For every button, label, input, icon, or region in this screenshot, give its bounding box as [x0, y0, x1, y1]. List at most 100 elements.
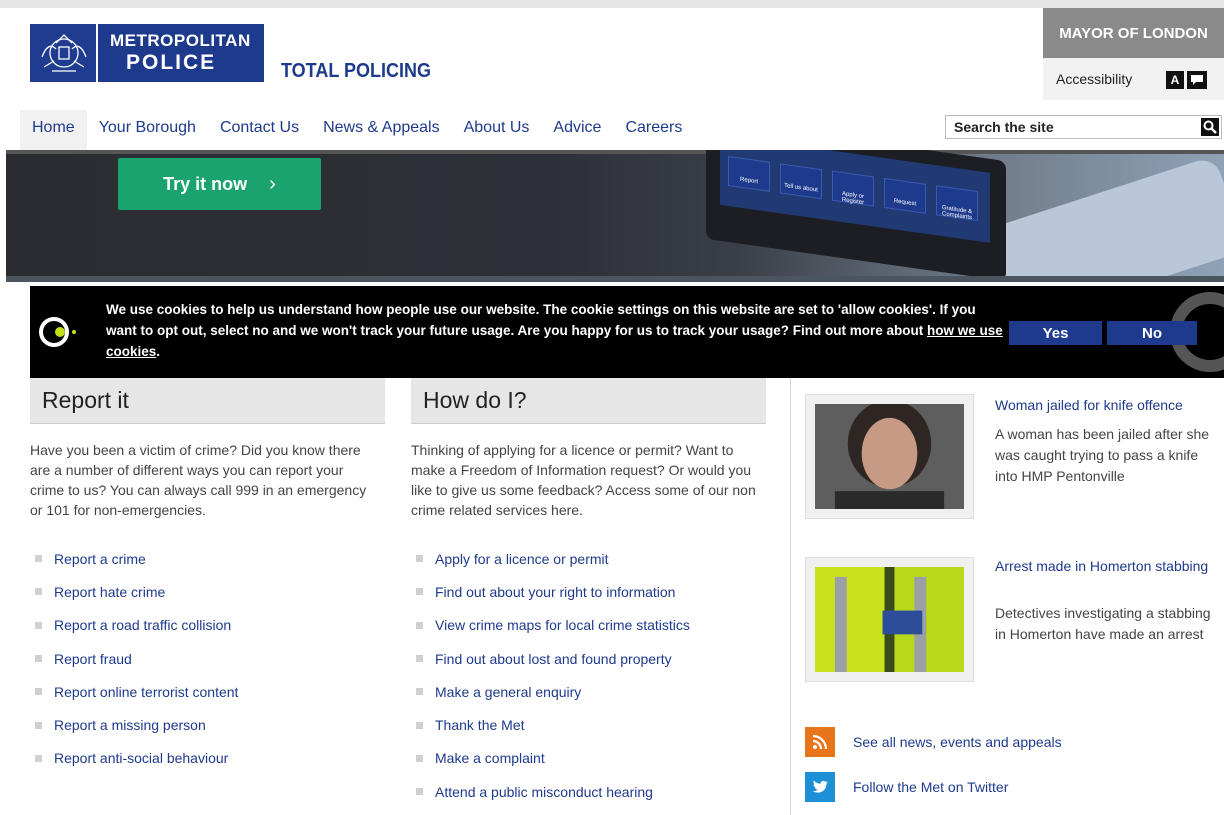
list-item[interactable]: Report anti-social behaviour	[30, 742, 238, 775]
bullet-icon	[35, 721, 42, 729]
tablet-tile: Apply or Register	[832, 170, 874, 207]
chevron-right-icon: ›	[269, 172, 276, 195]
news-events-label: See all news, events and appeals	[853, 734, 1062, 750]
banner-sleeve	[986, 155, 1224, 278]
list-item[interactable]: Report online terrorist content	[30, 675, 238, 708]
report-link[interactable]: Report anti-social behaviour	[54, 750, 228, 766]
list-item[interactable]: Report a crime	[30, 542, 238, 575]
list-item[interactable]: View crime maps for local crime statisti…	[411, 609, 690, 642]
how-do-i-link[interactable]: Thank the Met	[435, 717, 525, 733]
twitter-icon	[805, 772, 835, 802]
crest-icon	[30, 24, 98, 82]
bullet-icon	[416, 788, 423, 796]
list-item[interactable]: Attend a public misconduct hearing	[411, 775, 690, 808]
list-item[interactable]: Make a complaint	[411, 742, 690, 775]
news-thumbnail[interactable]	[805, 394, 974, 519]
news-title[interactable]: Woman jailed for knife offence	[995, 395, 1215, 415]
officers-photo-icon	[815, 567, 964, 672]
list-item[interactable]: Report hate crime	[30, 575, 238, 608]
hero-banner: Report Tell us about Apply or Register R…	[6, 150, 1224, 278]
banner-shadow	[6, 150, 1224, 154]
tablet-tile: Report	[728, 156, 770, 192]
bullet-icon	[35, 588, 42, 596]
list-item[interactable]: Thank the Met	[411, 708, 690, 741]
speech-icon[interactable]	[1187, 71, 1207, 89]
bullet-icon	[35, 754, 42, 762]
bullet-icon	[416, 688, 423, 696]
try-it-now-label: Try it now	[163, 173, 248, 194]
text-size-button[interactable]: A	[1166, 71, 1184, 89]
try-it-now-button[interactable]: Try it now ›	[118, 158, 321, 210]
how-do-i-link[interactable]: Make a general enquiry	[435, 684, 581, 700]
bullet-icon	[35, 555, 42, 563]
news-desc: Detectives investigating a stabbing in H…	[995, 605, 1211, 642]
nav-advice[interactable]: Advice	[541, 110, 613, 150]
search-box	[945, 115, 1222, 139]
list-item[interactable]: Make a general enquiry	[411, 675, 690, 708]
bullet-icon	[416, 655, 423, 663]
report-link[interactable]: Report a crime	[54, 551, 146, 567]
news-desc: A woman has been jailed after she was ca…	[995, 426, 1210, 484]
sidebar-divider	[790, 378, 791, 815]
accessibility-bar: Accessibility A	[1043, 58, 1224, 100]
how-do-i-link[interactable]: Find out about lost and found property	[435, 651, 672, 667]
list-item[interactable]: Report a missing person	[30, 708, 238, 741]
report-link[interactable]: Report a missing person	[54, 717, 206, 733]
cookie-no-button[interactable]: No	[1107, 321, 1197, 345]
bullet-icon	[416, 754, 423, 762]
how-do-i-link[interactable]: View crime maps for local crime statisti…	[435, 617, 690, 633]
logo-line1: METROPOLITAN	[110, 31, 251, 50]
twitter-label: Follow the Met on Twitter	[853, 779, 1009, 795]
bullet-icon	[35, 621, 42, 629]
how-do-i-heading: How do I?	[411, 378, 766, 424]
bullet-icon	[416, 721, 423, 729]
twitter-link[interactable]: Follow the Met on Twitter	[805, 772, 1008, 802]
news-events-link[interactable]: See all news, events and appeals	[805, 727, 1062, 757]
list-item[interactable]: Find out about lost and found property	[411, 642, 690, 675]
report-link[interactable]: Report fraud	[54, 651, 132, 667]
tablet-tile: Gratitude & Complaints	[936, 185, 978, 221]
nav-about-us[interactable]: About Us	[452, 110, 542, 150]
tablet-tile: Request	[884, 177, 926, 214]
cookie-yes-button[interactable]: Yes	[1009, 321, 1102, 345]
bullet-icon	[416, 621, 423, 629]
list-item[interactable]: Find out about your right to information	[411, 575, 690, 608]
search-icon[interactable]	[1201, 118, 1219, 136]
met-police-logo[interactable]: METROPOLITAN POLICE	[30, 24, 264, 82]
how-do-i-link[interactable]: Attend a public misconduct hearing	[435, 784, 653, 800]
nav-news-appeals[interactable]: News & Appeals	[311, 110, 452, 150]
top-rule	[0, 0, 1224, 8]
mayor-of-london-link[interactable]: MAYOR OF LONDON	[1043, 8, 1224, 58]
list-item[interactable]: Report fraud	[30, 642, 238, 675]
report-it-heading: Report it	[30, 378, 385, 424]
bullet-icon	[416, 588, 423, 596]
cookie-icon	[38, 316, 84, 353]
how-do-i-link[interactable]: Find out about your right to information	[435, 584, 675, 600]
bullet-icon	[35, 688, 42, 696]
list-item[interactable]: Report a road traffic collision	[30, 609, 238, 642]
report-link[interactable]: Report hate crime	[54, 584, 165, 600]
how-do-i-link[interactable]: Apply for a licence or permit	[435, 551, 609, 567]
how-do-i-link[interactable]: Make a complaint	[435, 750, 545, 766]
tablet-illustration: Report Tell us about Apply or Register R…	[706, 150, 1006, 278]
nav-contact-us[interactable]: Contact Us	[208, 110, 311, 150]
nav-careers[interactable]: Careers	[613, 110, 694, 150]
main-nav: Home Your Borough Contact Us News & Appe…	[20, 110, 694, 150]
accessibility-link[interactable]: Accessibility	[1056, 71, 1132, 87]
banner-bottom-bar	[6, 276, 1224, 282]
report-it-intro: Have you been a victim of crime? Did you…	[30, 442, 367, 518]
bullet-icon	[416, 555, 423, 563]
report-link[interactable]: Report a road traffic collision	[54, 617, 231, 633]
news-title[interactable]: Arrest made in Homerton stabbing	[995, 556, 1215, 576]
news-thumbnail[interactable]	[805, 557, 974, 682]
search-input[interactable]	[946, 116, 1186, 138]
nav-your-borough[interactable]: Your Borough	[87, 110, 208, 150]
nav-home[interactable]: Home	[20, 110, 87, 150]
report-links: Report a crime Report hate crime Report …	[30, 542, 238, 775]
tablet-tile: Tell us about	[780, 163, 822, 200]
cookie-text: We use cookies to help us understand how…	[106, 302, 976, 338]
list-item[interactable]: Apply for a licence or permit	[411, 542, 690, 575]
cookie-banner: We use cookies to help us understand how…	[30, 286, 1224, 378]
how-do-i-intro: Thinking of applying for a licence or pe…	[411, 442, 756, 518]
report-link[interactable]: Report online terrorist content	[54, 684, 238, 700]
